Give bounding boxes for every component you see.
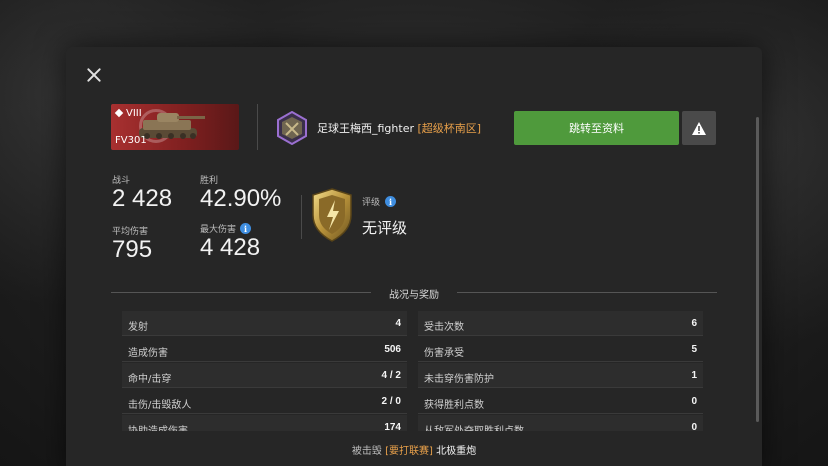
table-row: 从敌军处夺取胜利点数 0 [418,415,703,431]
row-label: 命中/击穿 [128,374,172,385]
row-value: 174 [384,422,401,431]
rating-info-icon[interactable]: i [385,196,397,207]
report-button[interactable] [682,111,716,145]
player-clan-tag: [超级杯南区] [417,122,482,135]
row-label: 造成伤害 [128,348,168,359]
row-value: 4 [395,318,401,329]
stats-divider [301,195,302,239]
row-value: 1 [691,370,697,381]
row-label: 未击穿伤害防护 [424,374,494,385]
row-label: 击伤/击毁敌人 [128,400,192,411]
tank-name: FV301 [115,135,147,146]
row-value: 4 / 2 [381,370,401,381]
warning-icon [692,121,706,135]
stat-battles-value: 2 428 [112,185,173,212]
killer-name[interactable]: 北极重炮 [436,446,476,457]
row-value: 0 [691,422,697,431]
player-rank-badge-icon [277,111,307,145]
row-label: 受击次数 [424,322,464,333]
tier-diamond-icon [114,108,124,118]
row-label: 从敌军处夺取胜利点数 [424,422,524,431]
row-label: 伤害承受 [424,348,464,359]
info-icon[interactable]: i [240,223,252,234]
table-row: 发射 4 [122,311,407,336]
rating-label: 评级 [362,198,381,208]
row-label: 发射 [128,322,148,333]
close-icon[interactable] [86,67,102,83]
go-to-profile-button[interactable]: 跳转至资料 [514,111,679,145]
stats-table[interactable]: 发射4 造成伤害506 命中/击穿4 / 2 击伤/击毁敌人2 / 0 协助造成… [122,311,707,431]
stat-battles: 战斗 2 428 [112,173,172,212]
table-row: 伤害承受 5 [418,337,703,362]
player-name: 足球王梅西_fighter [317,122,414,135]
row-value: 5 [691,344,697,355]
player-name-line: 足球王梅西_fighter [超级杯南区] [317,120,481,136]
stat-wins: 胜利 42.90% [200,173,281,212]
killed-by-prefix: 被击毁 [351,446,382,457]
table-row: 协助造成伤害 174 [122,415,407,431]
row-value: 506 [384,344,401,355]
section-header: 战况与奖励 [111,285,717,301]
stat-max-damage-value: 4 428 [200,234,261,261]
tank-tier: VIII [114,108,142,119]
row-value: 2 / 0 [381,396,401,407]
rating-value: 无评级 [362,219,408,237]
battle-result-panel: VIII FV301 足球王梅西_fighter [超级杯南区] 跳转至资料 战… [66,47,762,466]
row-value: 6 [691,318,697,329]
table-row: 未击穿伤害防护 1 [418,363,703,388]
killer-clan-tag: [要打联赛] [385,446,433,457]
row-label: 获得胜利点数 [424,400,484,411]
stat-avg-damage: 平均伤害 795 [112,224,152,263]
scrollbar[interactable] [756,117,759,422]
stat-max-damage: 最大伤害 i 4 428 [200,222,260,261]
section-line-right [457,292,717,293]
header-divider [257,104,258,150]
rating-shield-icon [312,188,352,242]
row-value: 0 [691,396,697,407]
stat-avg-damage-value: 795 [112,236,153,263]
tank-card: VIII FV301 [111,104,239,150]
stat-wins-value: 42.90% [200,185,282,212]
table-row: 造成伤害 506 [122,337,407,362]
table-row: 受击次数 6 [418,311,703,336]
killed-by-line: 被击毁 [要打联赛] 北极重炮 [66,442,762,457]
table-row: 命中/击穿 4 / 2 [122,363,407,388]
tank-tier-label: VIII [126,108,142,119]
row-label: 协助造成伤害 [128,422,188,431]
rating-label-row: 评级 i [362,195,397,208]
section-title: 战况与奖励 [389,290,439,301]
table-row: 获得胜利点数 0 [418,389,703,414]
table-row: 击伤/击毁敌人 2 / 0 [122,389,407,414]
